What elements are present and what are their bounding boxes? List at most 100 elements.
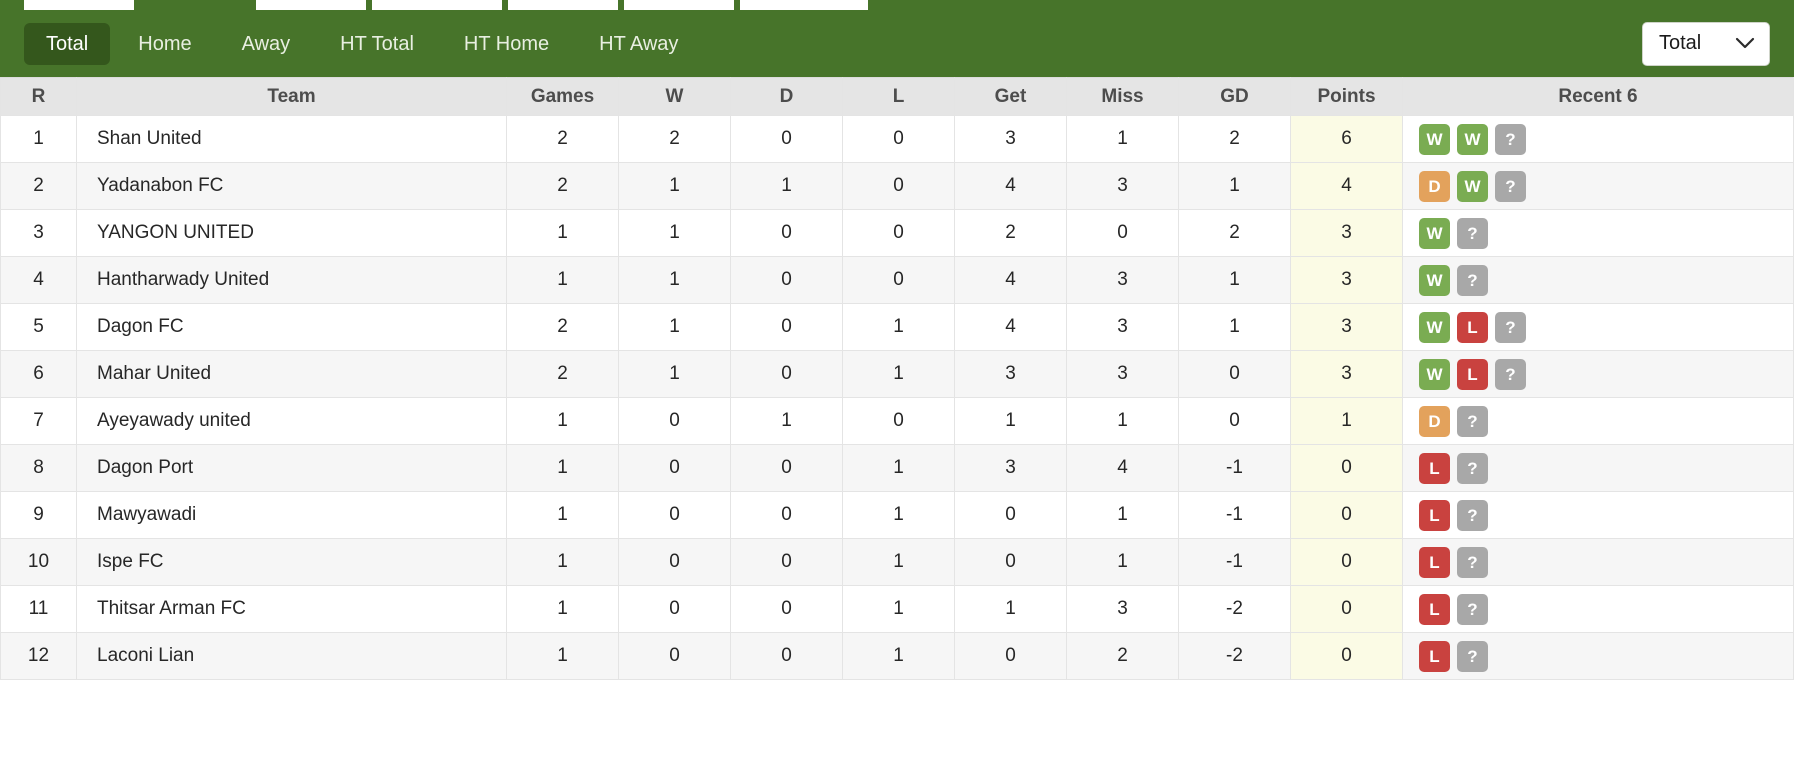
cell-team-name[interactable]: Shan United <box>76 115 507 163</box>
table-row[interactable]: 4 Hantharwady United 1 1 0 0 4 3 1 3 W? <box>0 256 1794 304</box>
cell-losses: 1 <box>842 585 955 633</box>
form-badge-loss[interactable]: L <box>1457 311 1488 343</box>
cell-points: 1 <box>1290 397 1403 445</box>
cell-wins: 0 <box>618 585 731 633</box>
cell-team-name[interactable]: Laconi Lian <box>76 632 507 680</box>
form-badge-win[interactable]: W <box>1419 123 1450 155</box>
cell-losses: 1 <box>842 491 955 539</box>
form-badge-win[interactable]: W <box>1419 311 1450 343</box>
form-badge-win[interactable]: W <box>1419 217 1450 249</box>
cell-get: 3 <box>954 444 1067 492</box>
cell-games: 2 <box>506 115 619 163</box>
table-row[interactable]: 12 Laconi Lian 1 0 0 1 0 2 -2 0 L? <box>0 632 1794 680</box>
cell-get: 0 <box>954 538 1067 586</box>
form-badge-loss[interactable]: L <box>1419 452 1450 484</box>
form-badge-unknown[interactable]: ? <box>1457 546 1488 578</box>
table-row[interactable]: 5 Dagon FC 2 1 0 1 4 3 1 3 W L? <box>0 303 1794 351</box>
column-header-team[interactable]: Team <box>76 77 507 116</box>
form-badge-draw[interactable]: D <box>1419 405 1450 437</box>
form-badge-loss[interactable]: L <box>1419 640 1450 672</box>
cell-team-name[interactable]: Ayeyawady united <box>76 397 507 445</box>
form-badge-loss[interactable]: L <box>1457 358 1488 390</box>
form-badge-unknown[interactable]: ? <box>1457 452 1488 484</box>
tab-home[interactable]: Home <box>116 23 213 65</box>
form-badge-unknown[interactable]: ? <box>1457 264 1488 296</box>
table-row[interactable]: 6 Mahar United 2 1 0 1 3 3 0 3 W L? <box>0 350 1794 398</box>
table-row[interactable]: 11 Thitsar Arman FC 1 0 0 1 1 3 -2 0 L? <box>0 585 1794 633</box>
column-header-wins[interactable]: W <box>618 77 731 116</box>
column-header-gd[interactable]: GD <box>1178 77 1291 116</box>
cell-team-name[interactable]: Mahar United <box>76 350 507 398</box>
cell-draws: 0 <box>730 538 843 586</box>
table-row[interactable]: 9 Mawyawadi 1 0 0 1 0 1 -1 0 L? <box>0 491 1794 539</box>
cutoff-tab-strip <box>0 0 1794 10</box>
form-badge-unknown[interactable]: ? <box>1495 311 1526 343</box>
tab-stub <box>740 0 868 10</box>
chevron-down-icon <box>1735 37 1755 50</box>
column-header-recent6[interactable]: Recent 6 <box>1402 77 1794 116</box>
cell-goal-difference: -2 <box>1178 585 1291 633</box>
tab-stub <box>256 0 366 10</box>
cell-miss: 1 <box>1066 115 1179 163</box>
form-badge-loss[interactable]: L <box>1419 593 1450 625</box>
tab-away[interactable]: Away <box>220 23 313 65</box>
cell-rank: 2 <box>0 162 77 210</box>
form-badge-draw[interactable]: D <box>1419 170 1450 202</box>
column-header-miss[interactable]: Miss <box>1066 77 1179 116</box>
table-row[interactable]: 3 YANGON UNITED 1 1 0 0 2 0 2 3 W? <box>0 209 1794 257</box>
view-tabs: Total Home Away HT Total HT Home HT Away <box>24 22 700 65</box>
form-badge-unknown[interactable]: ? <box>1457 405 1488 437</box>
form-badge-unknown[interactable]: ? <box>1495 170 1526 202</box>
cell-rank: 1 <box>0 115 77 163</box>
cell-games: 2 <box>506 303 619 351</box>
table-row[interactable]: 1 Shan United 2 2 0 0 3 1 2 6 W W? <box>0 115 1794 163</box>
cell-rank: 12 <box>0 632 77 680</box>
form-badge-win[interactable]: W <box>1457 170 1488 202</box>
tab-ht-total[interactable]: HT Total <box>318 23 436 65</box>
form-badge-unknown[interactable]: ? <box>1495 123 1526 155</box>
form-badge-win[interactable]: W <box>1457 123 1488 155</box>
cell-team-name[interactable]: Mawyawadi <box>76 491 507 539</box>
form-badge-unknown[interactable]: ? <box>1457 499 1488 531</box>
cell-games: 1 <box>506 209 619 257</box>
column-header-draws[interactable]: D <box>730 77 843 116</box>
column-header-rank[interactable]: R <box>0 77 77 116</box>
form-badge-unknown[interactable]: ? <box>1457 593 1488 625</box>
cell-team-name[interactable]: Hantharwady United <box>76 256 507 304</box>
form-badge-win[interactable]: W <box>1419 358 1450 390</box>
cell-losses: 1 <box>842 538 955 586</box>
scope-filter-select[interactable]: Total <box>1642 21 1770 66</box>
table-row[interactable]: 7 Ayeyawady united 1 0 1 0 1 1 0 1 D? <box>0 397 1794 445</box>
cell-recent-form: L? <box>1402 444 1794 492</box>
cell-goal-difference: 0 <box>1178 397 1291 445</box>
tab-total[interactable]: Total <box>24 22 111 65</box>
cell-goal-difference: 1 <box>1178 256 1291 304</box>
table-row[interactable]: 10 Ispe FC 1 0 0 1 0 1 -1 0 L? <box>0 538 1794 586</box>
form-badge-loss[interactable]: L <box>1419 546 1450 578</box>
column-header-losses[interactable]: L <box>842 77 955 116</box>
cell-goal-difference: 2 <box>1178 115 1291 163</box>
cell-team-name[interactable]: Ispe FC <box>76 538 507 586</box>
form-badge-unknown[interactable]: ? <box>1495 358 1526 390</box>
form-badge-win[interactable]: W <box>1419 264 1450 296</box>
cell-team-name[interactable]: Yadanabon FC <box>76 162 507 210</box>
cell-team-name[interactable]: Dagon Port <box>76 444 507 492</box>
tab-ht-home[interactable]: HT Home <box>442 23 571 65</box>
cell-team-name[interactable]: Dagon FC <box>76 303 507 351</box>
cell-team-name[interactable]: Thitsar Arman FC <box>76 585 507 633</box>
tab-stub <box>372 0 502 10</box>
column-header-points[interactable]: Points <box>1290 77 1403 116</box>
form-badge-loss[interactable]: L <box>1419 499 1450 531</box>
column-header-games[interactable]: Games <box>506 77 619 116</box>
table-row[interactable]: 8 Dagon Port 1 0 0 1 3 4 -1 0 L? <box>0 444 1794 492</box>
tab-ht-away[interactable]: HT Away <box>577 23 700 65</box>
form-badge-unknown[interactable]: ? <box>1457 640 1488 672</box>
cell-goal-difference: 1 <box>1178 303 1291 351</box>
recent-form-list: D? <box>1419 405 1792 437</box>
cell-draws: 0 <box>730 585 843 633</box>
cell-rank: 5 <box>0 303 77 351</box>
cell-team-name[interactable]: YANGON UNITED <box>76 209 507 257</box>
form-badge-unknown[interactable]: ? <box>1457 217 1488 249</box>
column-header-get[interactable]: Get <box>954 77 1067 116</box>
table-row[interactable]: 2 Yadanabon FC 2 1 1 0 4 3 1 4 D W? <box>0 162 1794 210</box>
